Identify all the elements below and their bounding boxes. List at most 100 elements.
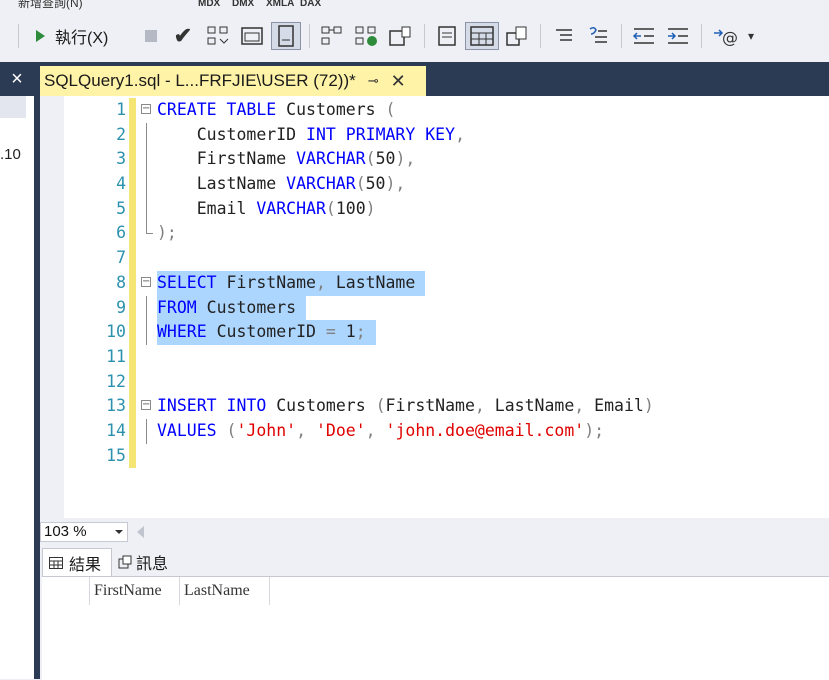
code-line[interactable]: 5 Email VARCHAR(100) bbox=[40, 196, 829, 222]
scroll-left-arrow-icon[interactable] bbox=[137, 526, 144, 538]
code-token: , bbox=[365, 420, 376, 440]
results-to-text-button[interactable] bbox=[433, 22, 461, 50]
code-token: Customers bbox=[276, 100, 386, 119]
line-number: 10 bbox=[106, 322, 126, 342]
change-indicator bbox=[129, 394, 136, 419]
outline-guide-end bbox=[146, 221, 153, 235]
code-token: FirstName bbox=[157, 149, 297, 169]
tab-sqlquery1[interactable]: SQLQuery1.sql - L...FRFJIE\USER (72))* ⊸… bbox=[40, 66, 426, 96]
code-token: TABLE bbox=[226, 100, 277, 119]
code-line[interactable]: 13 − INSERT INTO Customers (FirstName, Las… bbox=[40, 394, 829, 419]
results-to-grid-button[interactable] bbox=[465, 22, 499, 50]
live-statistics-button[interactable] bbox=[352, 22, 380, 50]
toolbar-separator bbox=[621, 24, 622, 48]
change-indicator bbox=[129, 418, 136, 444]
new-query-button[interactable]: 新增查詢(N) bbox=[18, 0, 83, 11]
code-line[interactable]: 14 VALUES ('John', 'Doe', 'john.doe@email… bbox=[40, 418, 829, 444]
code-line[interactable]: 11 bbox=[40, 344, 829, 370]
code-line[interactable]: 10 WHERE CustomerID = 1; bbox=[40, 320, 829, 345]
increase-indent-button[interactable] bbox=[664, 22, 692, 50]
code-token: FirstName bbox=[216, 272, 316, 292]
mdx-query-button[interactable]: MDX bbox=[198, 0, 220, 9]
collapse-region-icon[interactable]: − bbox=[141, 400, 151, 411]
code-line[interactable]: 6); bbox=[40, 221, 829, 247]
code-token: ); bbox=[157, 223, 177, 243]
estimated-plan-button[interactable] bbox=[204, 22, 232, 50]
uncomment-lines-button[interactable] bbox=[584, 22, 612, 50]
client-statistics-button[interactable] bbox=[386, 22, 414, 50]
code-line[interactable]: 7 bbox=[40, 246, 829, 271]
query-options-button[interactable] bbox=[238, 22, 266, 50]
actual-plan-button[interactable] bbox=[318, 22, 346, 50]
toolbar-separator bbox=[701, 24, 702, 48]
code-line[interactable]: 8 − SELECT FirstName, LastName bbox=[40, 270, 829, 296]
code-editor[interactable]: 1− CREATE TABLE Customers (2 CustomerID I… bbox=[40, 96, 829, 518]
change-indicator bbox=[129, 147, 136, 173]
tab-messages[interactable]: 訊息 bbox=[114, 548, 188, 576]
collapse-region-icon[interactable]: − bbox=[141, 104, 151, 114]
uncomment-icon bbox=[589, 26, 607, 43]
tab-title: SQLQuery1.sql - L...FRFJIE\USER (72))* bbox=[44, 71, 356, 90]
execute-button[interactable]: 執行(X) bbox=[28, 22, 124, 50]
code-token: INSERT bbox=[157, 396, 217, 416]
outline-guide bbox=[146, 196, 147, 222]
selected-code-text: SELECT FirstName, LastName bbox=[157, 270, 426, 296]
tab-close-icon[interactable]: ✕ bbox=[391, 71, 406, 92]
comment-lines-button[interactable] bbox=[550, 22, 578, 50]
selected-code-text: FROM Customers bbox=[157, 295, 307, 321]
pin-icon[interactable]: ⊸ bbox=[368, 73, 379, 89]
code-line[interactable]: 2 CustomerID INT PRIMARY KEY, bbox=[40, 122, 829, 148]
code-line[interactable]: 3 FirstName VARCHAR(50), bbox=[40, 147, 829, 173]
code-token: 'Doe' bbox=[315, 420, 366, 440]
file-results-icon bbox=[506, 26, 527, 46]
results-grid[interactable]: FirstName LastName bbox=[42, 576, 829, 680]
column-header-firstname[interactable]: FirstName bbox=[90, 577, 180, 605]
toolbar-overflow-button[interactable]: ▾ bbox=[744, 22, 758, 50]
code-text: Email VARCHAR(100) bbox=[157, 197, 376, 222]
change-indicator bbox=[129, 221, 136, 247]
code-text: CustomerID INT PRIMARY KEY, bbox=[157, 123, 465, 148]
toolbar-separator bbox=[309, 24, 310, 48]
code-line[interactable]: 9 FROM Customers bbox=[40, 295, 829, 321]
dmx-query-button[interactable]: DMX bbox=[232, 0, 254, 9]
specify-template-values-button[interactable]: @ bbox=[710, 22, 740, 50]
checkmark-icon: ✔ bbox=[173, 23, 193, 48]
collapse-region-icon[interactable]: − bbox=[141, 276, 151, 287]
dax-query-button[interactable]: DAX bbox=[300, 0, 321, 9]
code-token: ) bbox=[365, 198, 376, 218]
cancel-query-button[interactable] bbox=[140, 22, 162, 50]
code-token: INT bbox=[306, 124, 336, 144]
code-token: 50 bbox=[365, 174, 386, 194]
parse-button[interactable]: ✔ bbox=[170, 22, 196, 50]
line-number: 13 bbox=[106, 396, 126, 416]
grid-corner-header bbox=[42, 577, 90, 605]
tab-results[interactable]: 結果 bbox=[42, 548, 112, 576]
overflow-chevron-icon: ▾ bbox=[747, 29, 755, 43]
xmla-query-button[interactable]: XMLA bbox=[266, 0, 294, 9]
outline-guide bbox=[146, 147, 147, 173]
document-icon bbox=[278, 25, 294, 47]
object-explorer-close-button[interactable]: × bbox=[0, 62, 34, 96]
code-token: VALUES bbox=[157, 420, 217, 440]
code-token: ( bbox=[355, 174, 366, 194]
change-indicator bbox=[129, 172, 136, 197]
zoom-value: 103 % bbox=[44, 523, 87, 540]
code-token: 100 bbox=[335, 198, 366, 218]
code-token: KEY bbox=[425, 124, 456, 144]
server-node-fragment[interactable]: .10 bbox=[0, 146, 21, 163]
code-line[interactable]: 1 − CREATE TABLE Customers ( bbox=[40, 98, 829, 123]
code-lines[interactable]: 1− CREATE TABLE Customers (2 CustomerID I… bbox=[40, 98, 829, 469]
line-number: 6 bbox=[116, 223, 126, 243]
code-line[interactable]: 15 bbox=[40, 443, 829, 469]
column-header-lastname[interactable]: LastName bbox=[180, 577, 270, 605]
intellisense-toggle-button[interactable] bbox=[271, 22, 301, 50]
code-line[interactable]: 4 LastName VARCHAR(50), bbox=[40, 172, 829, 197]
zoom-dropdown[interactable]: 103 % bbox=[40, 522, 128, 542]
decrease-indent-button[interactable] bbox=[630, 22, 658, 50]
code-token: INTO bbox=[226, 396, 267, 416]
code-token: 'john.doe@email.com' bbox=[385, 420, 585, 440]
code-line[interactable]: 12 bbox=[40, 369, 829, 395]
results-to-file-button[interactable] bbox=[503, 22, 531, 50]
